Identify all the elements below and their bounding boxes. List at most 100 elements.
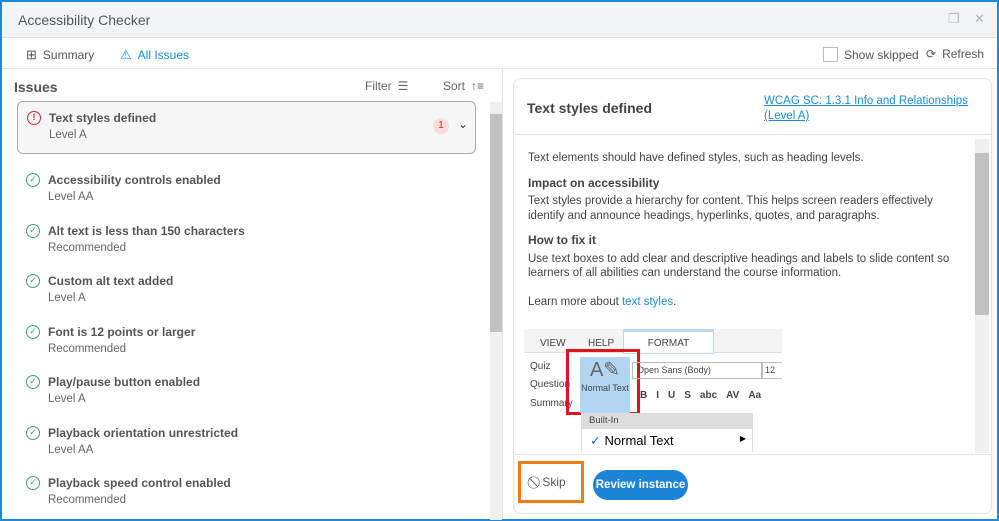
img-format-icon: U [668, 390, 676, 401]
checkbox[interactable] [823, 47, 838, 62]
issue-level: Level AA [48, 191, 94, 203]
issue-level: Recommended [48, 494, 126, 506]
check-circle-icon: ✓ [26, 324, 40, 339]
tab-all-issues-label: All Issues [137, 48, 190, 62]
issue-item[interactable]: ✓ Accessibility controls enabled Level AA [26, 173, 466, 209]
issue-level: Level A [49, 129, 87, 141]
issue-item[interactable]: ✓ Font is 12 points or larger Recommended [26, 324, 466, 361]
issue-item[interactable]: ✓ Playback speed control enabled Recommend… [26, 476, 466, 512]
toolbar: ⊞ Summary ⚠ All Issues Show skipped ⟳ Refre… [2, 38, 997, 69]
img-side-question: Question [530, 379, 571, 390]
issue-level: Level AA [48, 443, 94, 456]
example-screenshot: VIEW HELP FORMAT Quiz Question Summary A… [524, 329, 782, 452]
text-styles-link[interactable]: text styles [622, 296, 673, 308]
img-format-icon: abc [699, 390, 718, 401]
issue-detail-panel: Text styles defined WCAG SC: 1.3.1 Info … [513, 78, 992, 514]
close-icon[interactable]: ✕ [974, 11, 985, 27]
issue-item[interactable]: ✓ Playback orientation unrestricted Level … [26, 425, 466, 462]
issues-scrollbar[interactable] [490, 102, 502, 520]
img-menu-item-label: Normal Text [604, 433, 674, 448]
detail-title: Text styles defined [527, 100, 653, 116]
restore-icon[interactable]: ❐ [948, 11, 960, 27]
review-instance-button[interactable]: Review instance [593, 470, 688, 500]
refresh-button[interactable]: ⟳ Refresh [926, 47, 984, 61]
img-font-box: Open Sans (Body) [632, 362, 762, 379]
sort-button[interactable]: Sort ↑≡ [443, 79, 484, 93]
check-circle-icon: ✓ [26, 476, 40, 490]
img-format-icon: AV [726, 390, 740, 401]
issue-title: Font is 12 points or larger [48, 324, 196, 339]
issue-level: Level A [48, 393, 86, 405]
impact-heading: Impact on accessibility [528, 175, 660, 190]
issues-heading: Issues [14, 79, 58, 95]
img-tab-help: HELP [588, 338, 615, 349]
pencil-a-icon: A✎ [589, 359, 621, 381]
show-skipped-label: Show skipped [844, 47, 919, 62]
img-normal-text-button: A✎ Normal Text [580, 357, 630, 413]
issues-panel: Issues Filter ☰ Sort ↑≡ ! Text styles defi… [2, 69, 503, 520]
sort-icon: ↑≡ [471, 79, 485, 93]
learn-more-end: . [673, 295, 677, 308]
img-builtin-label: Built-In [581, 413, 753, 429]
check-circle-icon: ✓ [26, 274, 40, 288]
issue-title: Alt text is less than 150 characters [48, 223, 245, 238]
filter-icon: ☰ [397, 79, 409, 93]
img-format-icon: B [640, 390, 648, 401]
issue-title: Playback orientation unrestricted [48, 425, 239, 440]
check-circle-icon: ✓ [26, 173, 40, 187]
img-menu-item: ✓ Normal Text ▶ [581, 429, 753, 452]
img-tab-view: VIEW [540, 338, 566, 349]
chevron-down-icon[interactable]: ⌄ [458, 117, 468, 131]
check-circle-icon: ✓ [26, 425, 40, 440]
issue-item[interactable]: ✓ Alt text is less than 150 characters Rec… [26, 223, 466, 260]
skip-button[interactable]: ⃠Skip [518, 461, 584, 503]
refresh-label: Refresh [942, 47, 985, 61]
detail-header: Text styles defined WCAG SC: 1.3.1 Info … [514, 79, 991, 135]
tab-all-issues[interactable]: ⚠ All Issues [120, 47, 189, 63]
issue-item[interactable]: ✓ Custom alt text added Level A [26, 274, 466, 310]
wcag-link[interactable]: WCAG SC: 1.3.1 Info and Relationships (L… [764, 94, 982, 124]
detail-scrollbar[interactable] [975, 139, 989, 453]
issue-title: Accessibility controls enabled [48, 173, 221, 187]
skip-label: Skip [542, 475, 566, 489]
impact-text: Text styles provide a hierarchy for cont… [528, 195, 933, 222]
issue-title: Text styles defined [49, 111, 157, 125]
scrollbar-thumb[interactable] [975, 153, 989, 315]
detail-content: Text elements should have defined styles… [528, 151, 968, 309]
tab-summary[interactable]: ⊞ Summary [26, 47, 94, 63]
learn-more-text: Learn more about [528, 295, 622, 308]
issue-title: Playback speed control enabled [48, 476, 231, 490]
check-circle-icon: ✓ [26, 375, 40, 389]
issue-level: Recommended [48, 342, 126, 355]
grid-icon: ⊞ [26, 47, 37, 62]
refresh-icon: ⟳ [926, 47, 937, 61]
issue-title: Custom alt text added [48, 274, 174, 288]
sort-label: Sort [443, 79, 466, 93]
warning-icon: ⚠ [120, 47, 132, 62]
intro-text: Text elements should have defined styles… [528, 152, 864, 164]
img-style-label: Normal Text [581, 383, 629, 393]
issue-count-badge: 1 [433, 118, 449, 134]
error-icon: ! [27, 111, 41, 125]
tab-summary-label: Summary [42, 48, 95, 62]
title-bar: Accessibility Checker ❐ ✕ [2, 2, 997, 38]
issue-level: Recommended [48, 241, 126, 254]
issue-item-selected[interactable]: ! Text styles defined Level A 1 ⌄ [17, 101, 476, 154]
filter-button[interactable]: Filter ☰ [365, 79, 408, 93]
check-circle-icon: ✓ [26, 223, 40, 238]
window-title: Accessibility Checker [18, 12, 151, 28]
img-format-icon: S [684, 390, 691, 401]
img-format-icon: Aa [748, 390, 762, 401]
img-format-icon: I [656, 390, 660, 401]
accessibility-checker-window: Accessibility Checker ❐ ✕ ⊞ Summary ⚠ All … [0, 0, 999, 521]
show-skipped-checkbox[interactable]: Show skipped [823, 47, 919, 62]
detail-footer: ⃠Skip Review instance [514, 454, 991, 514]
filter-label: Filter [365, 79, 392, 93]
issue-item[interactable]: ✓ Play/pause button enabled Level A [26, 375, 466, 411]
fix-text: Use text boxes to add clear and descript… [528, 252, 950, 280]
fix-heading: How to fix it [528, 233, 596, 247]
img-size-box: 12 [762, 362, 782, 379]
scrollbar-thumb[interactable] [490, 114, 502, 332]
issue-level: Level A [48, 292, 86, 304]
img-side-quiz: Quiz [530, 361, 551, 372]
